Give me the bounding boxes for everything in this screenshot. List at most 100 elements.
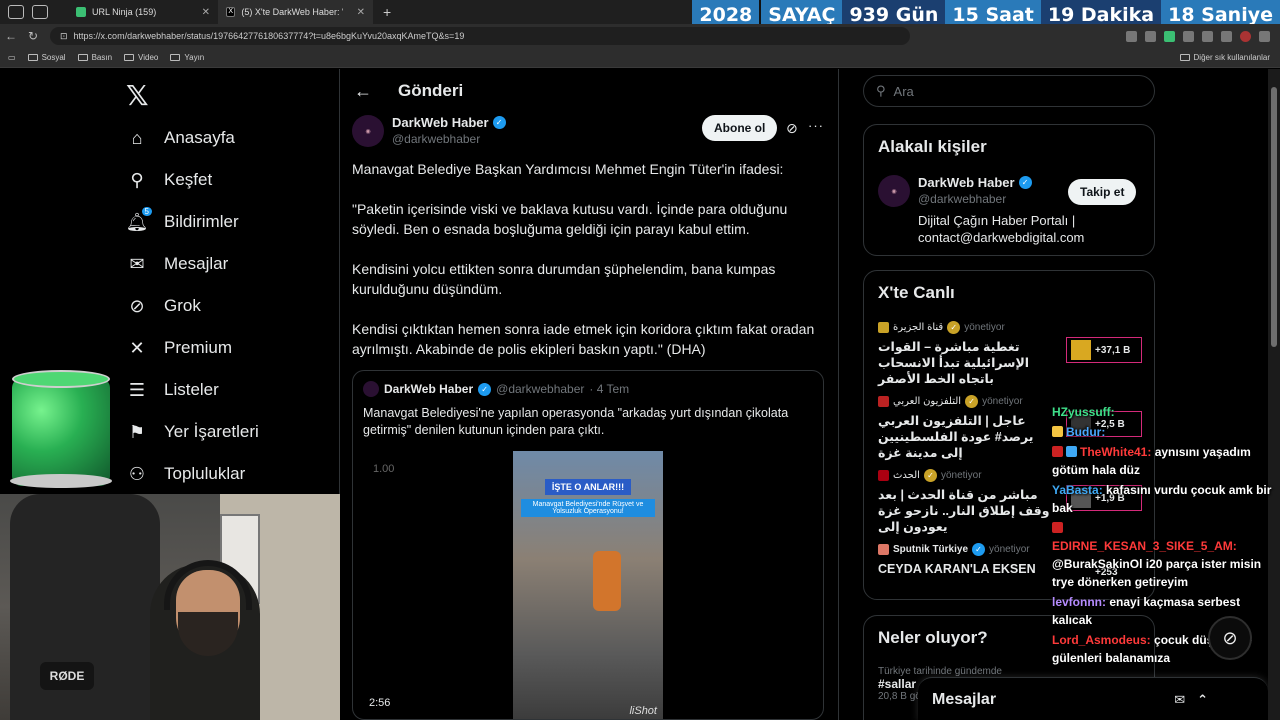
bookmark-folder[interactable]: Yayın xyxy=(170,53,204,62)
extension-icon[interactable] xyxy=(1164,30,1175,42)
live-title: تغطية مباشرة – القوات الإسرائيلية تبدأ ا… xyxy=(878,340,1030,386)
nav-grok[interactable]: ⊘ Grok xyxy=(126,291,201,321)
bookmark-folder[interactable]: Sosyal xyxy=(27,53,66,62)
bookmark-folder[interactable]: Basın xyxy=(77,53,112,62)
video-player[interactable]: İŞTE O ANLAR!!! Manavgat Belediyesi'nde … xyxy=(513,451,663,719)
home-icon: ⌂ xyxy=(131,127,143,148)
nav-communities[interactable]: ⚇ Topluluklar xyxy=(126,459,245,489)
extension-icon[interactable] xyxy=(1183,30,1194,42)
post-column: ← Gönderi ◉ DarkWeb Haber ✓ @darkwebhaber… xyxy=(340,69,838,720)
compose-message-icon[interactable]: ✉ xyxy=(1174,692,1185,708)
close-icon[interactable]: ✕ xyxy=(202,7,210,18)
reading-list-icon[interactable]: ▭ xyxy=(8,53,16,62)
quote-time: · 4 Tem xyxy=(589,382,630,396)
bookmark-label: Yayın xyxy=(184,53,205,62)
verified-icon: ✓ xyxy=(972,543,986,556)
chevron-up-icon[interactable]: ⌃ xyxy=(1197,692,1208,708)
back-icon[interactable]: ← xyxy=(0,29,22,43)
other-bookmarks[interactable]: Diğer sık kullanılanlar xyxy=(1179,53,1270,62)
follow-button[interactable]: Takip et xyxy=(1068,179,1137,205)
stream-logo-icon: ⊘ xyxy=(1208,616,1252,660)
quote-author-handle: @darkwebhaber xyxy=(496,382,585,396)
live-title: CEYDA KARAN'LA EKSEN xyxy=(878,562,1036,576)
quoted-post[interactable]: DarkWeb Haber ✓ @darkwebhaber · 4 Tem Ma… xyxy=(352,370,824,720)
person-bio: Dijital Çağın Haber Portalı | contact@da… xyxy=(918,213,1085,245)
scrollbar-thumb[interactable] xyxy=(1271,87,1277,347)
extension-icon[interactable] xyxy=(1202,30,1213,42)
extension-icon[interactable] xyxy=(1221,30,1232,42)
person-name: DarkWeb Haber xyxy=(918,175,1015,190)
tab-title: (5) X'te DarkWeb Haber: "Manav xyxy=(241,7,342,17)
video-duration: 2:56 xyxy=(369,697,391,709)
host-avatar-icon xyxy=(878,396,889,407)
reload-icon[interactable]: ↻ xyxy=(22,29,44,43)
verified-icon: ✓ xyxy=(965,395,979,408)
live-status: yönetiyor xyxy=(989,544,1030,555)
card-title: Neler oluyor? xyxy=(878,628,988,647)
chat-user: EDIRNE_KESAN_3_SIKE_5_AM: xyxy=(1052,539,1237,553)
browser-tab-urlninja[interactable]: URL Ninja (159) ✕ xyxy=(68,0,218,24)
trend-context: Türkiye tarihinde gündemde xyxy=(878,666,1002,677)
bookmark-icon: ⚑ xyxy=(128,421,146,442)
profile-avatar-icon[interactable] xyxy=(1240,30,1251,42)
x-icon: X xyxy=(226,7,236,17)
search-input[interactable]: ⚲ Ara xyxy=(863,75,1155,107)
messages-drawer[interactable]: Mesajlar ✉ ⌃ xyxy=(918,677,1268,720)
card-title: X'te Canlı xyxy=(878,283,955,302)
search-placeholder: Ara xyxy=(893,83,914,99)
post-author[interactable]: ◉ DarkWeb Haber ✓ @darkwebhaber xyxy=(352,115,506,147)
tab-actions-icon[interactable] xyxy=(32,5,48,19)
chat-badge-icon xyxy=(1066,446,1077,457)
notification-badge: 5 xyxy=(141,207,152,216)
subscribe-button[interactable]: Abone ol xyxy=(702,115,778,141)
avatar[interactable]: ◉ xyxy=(878,175,910,207)
live-title: عاجل | التلفزيون العربي يرصد# عودة الفلس… xyxy=(878,414,1034,460)
folder-icon xyxy=(27,54,38,61)
extension-icon[interactable] xyxy=(1126,30,1137,42)
quote-author-name: DarkWeb Haber xyxy=(384,382,474,396)
avatar xyxy=(363,381,379,397)
bell-icon: 🔔︎ 5 xyxy=(126,207,152,233)
live-item[interactable]: قناة الجزيرة ✓ yönetiyor تغطية مباشرة – ال… xyxy=(878,321,1148,387)
nav-lists[interactable]: ☰ Listeler xyxy=(126,375,219,405)
live-status: yönetiyor xyxy=(982,396,1023,407)
window-menu-icon[interactable] xyxy=(8,5,24,19)
related-person[interactable]: ◉ DarkWeb Haber ✓ @darkwebhaber Dijital Ç… xyxy=(878,175,1098,246)
nav-bookmarks[interactable]: ⚑ Yer İşaretleri xyxy=(126,417,259,447)
grok-icon[interactable]: ⊘ xyxy=(786,120,798,137)
drawer-title: Mesajlar xyxy=(932,690,997,708)
browser-tab-x[interactable]: X (5) X'te DarkWeb Haber: "Manav ✕ xyxy=(218,0,373,24)
nav-home[interactable]: ⌂ Anasayfa xyxy=(126,123,235,153)
nav-explore[interactable]: ⚲ Keşfet xyxy=(126,165,212,195)
nav-premium[interactable]: ✕ Premium xyxy=(126,333,232,363)
more-menu-icon[interactable] xyxy=(1259,30,1270,42)
nav-label: Grok xyxy=(164,296,201,315)
grok-icon: ⊘ xyxy=(129,295,145,316)
bookmark-label: Diğer sık kullanılanlar xyxy=(1193,53,1270,62)
new-tab-icon[interactable]: + xyxy=(373,4,401,20)
verified-icon: ✓ xyxy=(1018,176,1032,189)
close-icon[interactable]: ✕ xyxy=(357,7,365,18)
x-logo-icon[interactable]: 𝕏 xyxy=(126,79,149,112)
live-host: Sputnik Türkiye xyxy=(893,544,969,555)
site-info-icon[interactable]: ⊡ xyxy=(60,31,68,42)
post-text: Manavgat Belediye Başkan Yardımcısı Mehm… xyxy=(352,159,822,379)
search-icon: ⚲ xyxy=(876,83,886,98)
url-field[interactable]: ⊡ https://x.com/darkwebhaber/status/1976… xyxy=(50,27,910,45)
people-icon: ⚇ xyxy=(128,463,146,484)
folder-icon xyxy=(124,54,135,61)
nav-notifications[interactable]: 🔔︎ 5 Bildirimler xyxy=(126,207,239,237)
back-arrow-icon[interactable]: ← xyxy=(354,81,372,102)
related-people-card: Alakalı kişiler ◉ DarkWeb Haber ✓ @darkwe… xyxy=(863,124,1155,256)
bookmark-folder[interactable]: Video xyxy=(124,53,158,62)
nav-label: Mesajlar xyxy=(164,254,229,273)
quote-text: Manavgat Belediyesi'ne yapılan operasyon… xyxy=(363,406,789,437)
more-icon[interactable]: ··· xyxy=(808,118,824,133)
author-name: DarkWeb Haber xyxy=(392,115,489,130)
avatar[interactable]: ◉ xyxy=(352,115,384,147)
extension-icon[interactable] xyxy=(1145,30,1156,42)
list-icon: ☰ xyxy=(128,379,146,400)
microphone: RØDE xyxy=(40,662,94,690)
nav-messages[interactable]: ✉ Mesajlar xyxy=(126,249,228,279)
post-header: ← Gönderi xyxy=(340,69,838,113)
